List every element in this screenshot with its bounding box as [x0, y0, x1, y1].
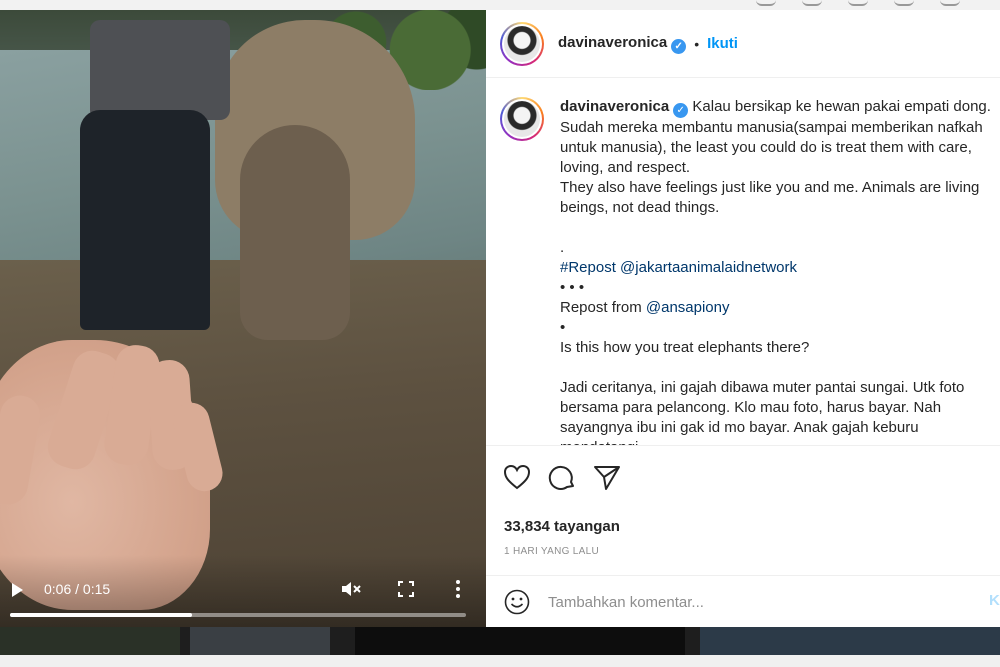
mention-link[interactable]: @ansapiony [646, 299, 730, 316]
heart-icon[interactable] [502, 462, 532, 492]
caption-repost-from: Repost from @ansapiony [560, 298, 1000, 318]
background-thumbnail [700, 627, 1000, 655]
video-frame-baby-elephant [240, 125, 350, 340]
background-thumbnail [355, 627, 685, 655]
caption-repost-line: #Repost @jakartaanimalaidnetwork [560, 258, 1000, 278]
avatar[interactable] [500, 21, 544, 66]
background-nav-icons [756, 0, 960, 6]
caption-dot: . [560, 239, 565, 256]
caption-area[interactable]: davinaveronica ✓ Kalau bersikap ke hewan … [486, 79, 1000, 445]
verified-badge-icon: ✓ [671, 38, 687, 54]
caption-text: davinaveronica ✓ Kalau bersikap ke hewan … [560, 97, 1000, 445]
more-vertical-icon[interactable] [455, 579, 461, 599]
post-actions: 33,834 tayangan 1 HARI YANG LALU [486, 445, 1000, 575]
caption-avatar-wrap [500, 97, 544, 445]
caption-paragraph-1: davinaveronica ✓ Kalau bersikap ke hewan … [560, 97, 1000, 178]
username-text: davinaveronica [558, 33, 668, 51]
video-time: 0:06 / 0:15 [44, 581, 111, 597]
comment-bar: K [486, 575, 1000, 627]
comment-input[interactable] [548, 589, 968, 615]
caption-paragraph-3: Jadi ceritanya, ini gajah dibawa muter p… [560, 379, 965, 445]
mention-link[interactable]: @jakartaanimalaidnetwork [620, 259, 797, 276]
post-time[interactable]: 1 HARI YANG LALU [504, 546, 599, 557]
post-details-panel: davinaveronica ✓ • Ikuti davinaveronica ✓ … [486, 10, 1000, 627]
header-separator: • [694, 35, 700, 52]
caption-gap [560, 358, 1000, 378]
background-thumbnail [0, 627, 180, 655]
video-progress-bar[interactable] [10, 613, 466, 617]
caption-avatar[interactable] [500, 97, 544, 141]
caption-bullet: • [560, 319, 566, 336]
caption-gap [560, 218, 1000, 238]
play-icon[interactable] [12, 583, 23, 597]
person-legs [80, 110, 210, 330]
avatar-photo [504, 25, 540, 62]
video-frame-person [80, 20, 230, 340]
caption-question: Is this how you treat elephants there? [560, 339, 810, 356]
video-progress-fill [10, 613, 193, 617]
view-count[interactable]: 33,834 tayangan [504, 518, 620, 535]
video-controls: 0:06 / 0:15 [0, 555, 486, 627]
background-page-bottom [0, 627, 1000, 667]
video-player[interactable]: 0:06 / 0:15 [0, 10, 486, 627]
paper-plane-icon[interactable] [592, 462, 622, 492]
caption-paragraph-2: They also have feelings just like you an… [560, 179, 980, 216]
follow-button[interactable]: Ikuti [707, 35, 738, 52]
background-page-top [0, 0, 1000, 10]
post-header: davinaveronica ✓ • Ikuti [486, 10, 1000, 78]
fullscreen-icon[interactable] [398, 581, 414, 597]
verified-badge-icon: ✓ [673, 103, 689, 118]
background-thumbnail [190, 627, 330, 655]
explore-icon [894, 0, 914, 6]
hashtag-link[interactable]: #Repost [560, 259, 616, 276]
repost-from-label: Repost from [560, 299, 642, 316]
comment-icon[interactable] [547, 462, 577, 492]
messenger-icon [802, 0, 822, 6]
background-footer [0, 655, 1000, 667]
avatar-inner [502, 23, 542, 64]
caption-row: davinaveronica ✓ Kalau bersikap ke hewan … [500, 97, 1000, 445]
instagram-post-viewer: 0:06 / 0:15 davinaveronica ✓ • Ikuti dav… [0, 0, 1000, 667]
smiley-icon[interactable] [504, 589, 530, 615]
caption-dots: • • • [560, 279, 585, 296]
home-icon [756, 0, 776, 6]
username-link[interactable]: davinaveronica ✓ [558, 33, 687, 54]
caption-username[interactable]: davinaveronica [560, 98, 669, 115]
caption-avatar-photo [504, 101, 540, 137]
mute-icon[interactable] [340, 579, 362, 599]
caption-avatar-inner [502, 99, 542, 139]
activity-icon [940, 0, 960, 6]
person-torso [90, 20, 230, 120]
new-post-icon [848, 0, 868, 6]
post-comment-button[interactable]: K [989, 592, 1000, 609]
